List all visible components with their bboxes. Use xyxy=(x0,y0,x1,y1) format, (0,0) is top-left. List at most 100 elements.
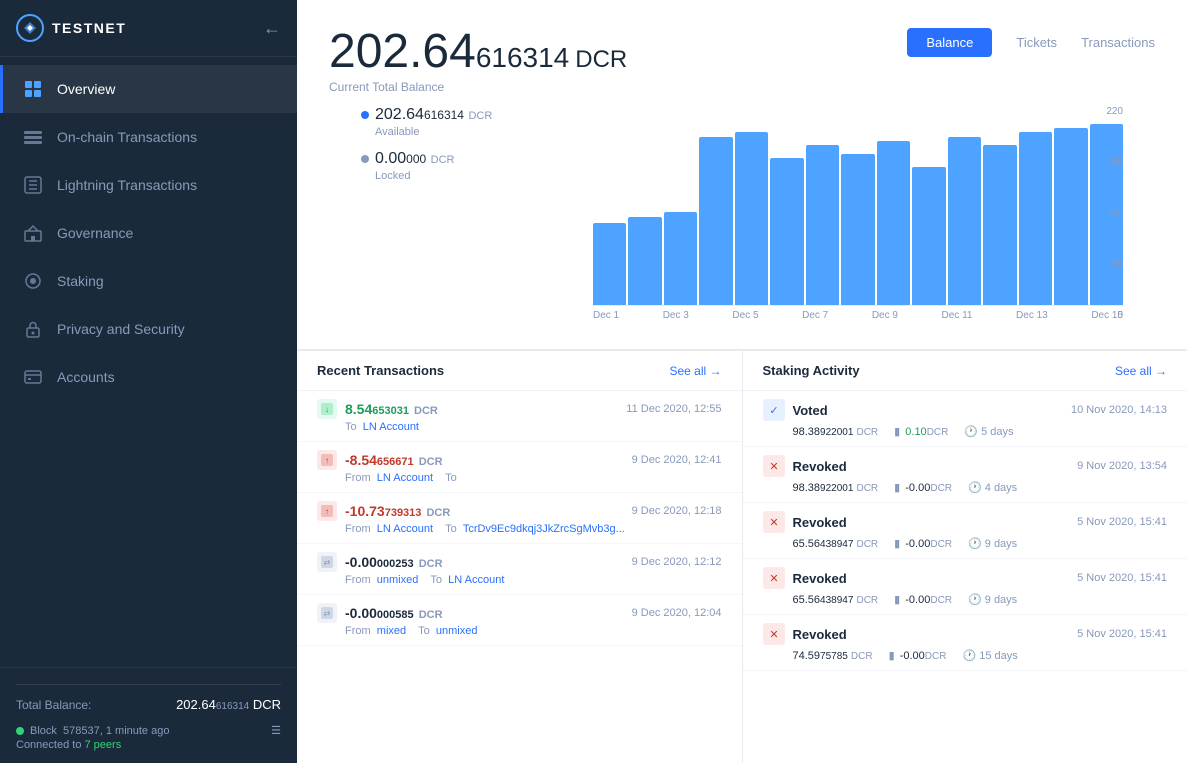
tx-row[interactable]: ↑ -10.73739313 DCR 9 Dec 2020, 12:18 Fro… xyxy=(297,493,742,544)
locked-balance: 0.00000 DCR Locked xyxy=(361,150,561,182)
tx-date: 9 Dec 2020, 12:18 xyxy=(632,505,722,517)
sidebar-item-onchain-label: On-chain Transactions xyxy=(57,129,197,145)
svg-text:✕: ✕ xyxy=(769,461,778,473)
balance-header: 202.64616314DCR Current Total Balance Ba… xyxy=(329,28,1155,94)
total-balance-display: 202.64616314DCR xyxy=(329,28,627,76)
svg-text:✕: ✕ xyxy=(769,629,778,641)
tx-icon-mixed: ⇄ xyxy=(317,552,337,572)
staking-row[interactable]: ✓ Voted 10 Nov 2020, 14:13 98.38922001 D… xyxy=(743,391,1187,447)
svg-text:✕: ✕ xyxy=(769,517,778,529)
tx-top: ↑ -10.73739313 DCR 9 Dec 2020, 12:18 xyxy=(317,501,722,521)
sidebar-item-overview[interactable]: Overview xyxy=(0,65,297,113)
staking-date: 9 Nov 2020, 13:54 xyxy=(1077,460,1167,472)
tx-row[interactable]: ↑ -8.54656671 DCR 9 Dec 2020, 12:41 From… xyxy=(297,442,742,493)
tx-top: ↓ 8.54653031 DCR 11 Dec 2020, 12:55 xyxy=(317,399,722,419)
tx-top: ⇄ -0.00000253 DCR 9 Dec 2020, 12:12 xyxy=(317,552,722,572)
total-balance-row: Total Balance: 202.64616314 DCR xyxy=(16,693,281,720)
sidebar-item-accounts[interactable]: Accounts xyxy=(0,353,297,401)
staking-date: 5 Nov 2020, 15:41 xyxy=(1077,628,1167,640)
staking-reward: ▮ -0.00DCR xyxy=(894,593,952,606)
tx-detail: From mixed To unmixed xyxy=(345,625,722,637)
status-dot xyxy=(16,727,24,735)
staking-type: Revoked xyxy=(793,459,847,474)
staking-days: 🕐 15 days xyxy=(962,649,1017,662)
tab-transactions[interactable]: Transactions xyxy=(1081,35,1155,50)
sidebar-item-staking[interactable]: Staking xyxy=(0,257,297,305)
top-section: 202.64616314DCR Current Total Balance Ba… xyxy=(297,0,1187,350)
tx-detail: To LN Account xyxy=(345,421,722,433)
sidebar-footer: Total Balance: 202.64616314 DCR Block 57… xyxy=(0,667,297,763)
svg-text:✕: ✕ xyxy=(769,573,778,585)
chart-bar xyxy=(735,132,768,305)
stk-details: 65.56438947 DCR ▮ -0.00DCR 🕐 9 days xyxy=(793,593,1168,606)
stk-top: ✕ Revoked 9 Nov 2020, 13:54 xyxy=(763,455,1168,477)
chart-bar xyxy=(664,212,697,305)
tx-detail: From LN Account To TcrDv9Ec9dkqj3JkZrcSg… xyxy=(345,523,722,535)
tx-amount-row: ⇄ -0.00000253 DCR xyxy=(317,552,443,572)
chart-bar xyxy=(1019,132,1052,305)
staking-icon xyxy=(23,271,43,291)
stk-top: ✕ Revoked 5 Nov 2020, 15:41 xyxy=(763,623,1168,645)
staking-panel-header: Staking Activity See all → xyxy=(743,351,1187,391)
tx-amount-row: ↑ -10.73739313 DCR xyxy=(317,501,450,521)
connected-info: Connected to 7 peers xyxy=(16,737,281,751)
tx-amount-row: ↓ 8.54653031 DCR xyxy=(317,399,438,419)
sidebar-item-onchain[interactable]: On-chain Transactions xyxy=(0,113,297,161)
staking-activity-panel: Staking Activity See all → ✓ Voted 10 No… xyxy=(743,351,1187,763)
staking-row[interactable]: ✕ Revoked 5 Nov 2020, 15:41 74.5975785 D… xyxy=(743,615,1187,671)
tx-row[interactable]: ↓ 8.54653031 DCR 11 Dec 2020, 12:55 To L… xyxy=(297,391,742,442)
stk-details: 74.5975785 DCR ▮ -0.00DCR 🕐 15 days xyxy=(793,649,1168,662)
staking-reward: ▮ -0.00DCR xyxy=(889,649,947,662)
stk-left: ✕ Revoked xyxy=(763,623,847,645)
chart-bar xyxy=(1054,128,1087,305)
sidebar-item-governance[interactable]: Governance xyxy=(0,209,297,257)
staking-see-all[interactable]: See all → xyxy=(1115,364,1167,378)
chart-x-labels: Dec 1Dec 3Dec 5Dec 7Dec 9Dec 11Dec 13Dec… xyxy=(593,306,1123,321)
tx-date: 9 Dec 2020, 12:12 xyxy=(632,556,722,568)
transactions-see-all[interactable]: See all → xyxy=(669,364,721,378)
sidebar-item-governance-label: Governance xyxy=(57,225,133,241)
staking-reward: ▮ 0.10DCR xyxy=(894,425,948,438)
footer-divider xyxy=(16,684,281,685)
tab-balance[interactable]: Balance xyxy=(907,28,992,57)
tx-icon-sent: ↑ xyxy=(317,501,337,521)
stk-top: ✕ Revoked 5 Nov 2020, 15:41 xyxy=(763,567,1168,589)
staking-row[interactable]: ✕ Revoked 9 Nov 2020, 13:54 98.38922001 … xyxy=(743,447,1187,503)
stk-details: 65.56438947 DCR ▮ -0.00DCR 🕐 9 days xyxy=(793,537,1168,550)
tx-icon-received: ↓ xyxy=(317,399,337,419)
tx-row[interactable]: ⇄ -0.00000253 DCR 9 Dec 2020, 12:12 From… xyxy=(297,544,742,595)
block-label: Block 578537, 1 minute ago xyxy=(30,725,169,737)
staking-type: Revoked xyxy=(793,571,847,586)
staking-row[interactable]: ✕ Revoked 5 Nov 2020, 15:41 65.56438947 … xyxy=(743,559,1187,615)
voted-icon: ✓ xyxy=(763,399,785,421)
tx-detail: From LN Account To xyxy=(345,472,722,484)
balance-label: Current Total Balance xyxy=(329,80,627,94)
chart-bar xyxy=(593,223,626,305)
staking-price: 65.56438947 DCR xyxy=(793,538,879,550)
staking-date: 5 Nov 2020, 15:41 xyxy=(1077,572,1167,584)
block-info: Block 578537, 1 minute ago xyxy=(16,725,169,737)
governance-icon xyxy=(23,223,43,243)
sidebar: TESTNET ← Overview On-chain Transactions xyxy=(0,0,297,763)
tx-amount: -0.00000585 DCR xyxy=(345,605,443,621)
stk-left: ✕ Revoked xyxy=(763,567,847,589)
stk-left: ✓ Voted xyxy=(763,399,828,421)
revoked-icon: ✕ xyxy=(763,511,785,533)
staking-date: 10 Nov 2020, 14:13 xyxy=(1071,404,1167,416)
tx-amount-row: ↑ -8.54656671 DCR xyxy=(317,450,443,470)
chart-bar xyxy=(628,217,661,305)
staking-days: 🕐 4 days xyxy=(968,481,1017,494)
balance-details: 202.64616314 DCR Available 0.00000 DCR L… xyxy=(361,106,561,349)
staking-row[interactable]: ✕ Revoked 5 Nov 2020, 15:41 65.56438947 … xyxy=(743,503,1187,559)
onchain-icon xyxy=(23,127,43,147)
back-button[interactable]: ← xyxy=(263,18,281,39)
bottom-panels: Recent Transactions See all → ↓ 8.546530… xyxy=(297,350,1187,763)
sidebar-item-lightning[interactable]: Lightning Transactions xyxy=(0,161,297,209)
staking-type: Voted xyxy=(793,403,828,418)
sidebar-item-staking-label: Staking xyxy=(57,273,104,289)
sidebar-item-overview-label: Overview xyxy=(57,81,115,97)
sidebar-item-privacy[interactable]: Privacy and Security xyxy=(0,305,297,353)
tx-row[interactable]: ⇄ -0.00000585 DCR 9 Dec 2020, 12:04 From… xyxy=(297,595,742,646)
tab-tickets[interactable]: Tickets xyxy=(1016,35,1057,50)
settings-icon[interactable]: ☰ xyxy=(271,725,281,737)
